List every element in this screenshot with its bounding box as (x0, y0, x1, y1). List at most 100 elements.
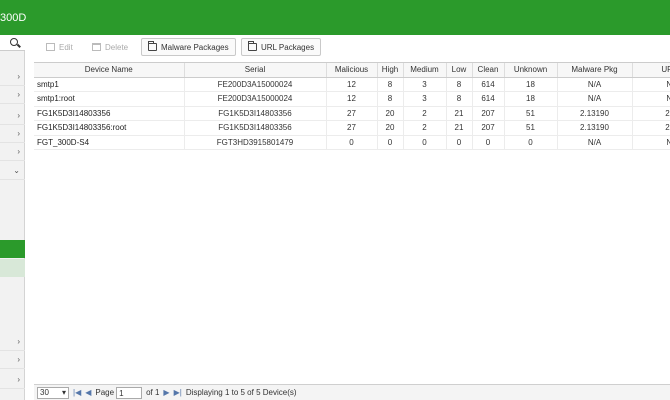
table-row[interactable]: smtp1 FE200D3A15000024 12 8 3 8 614 18 N… (34, 77, 670, 92)
table-row[interactable]: smtp1:root FE200D3A15000024 12 8 3 8 614… (34, 91, 670, 107)
serial-cell: FE200D3A15000024 (184, 91, 327, 107)
serial-cell: FG1K5D3I14803356 (184, 106, 327, 121)
malware-packages-label: Malware Packages (161, 42, 229, 52)
page-label: Page (95, 388, 115, 397)
high-cell: 8 (377, 91, 404, 107)
edit-button[interactable]: Edit (40, 38, 79, 56)
sidebar-item-7[interactable]: › (0, 333, 25, 351)
chevron-right-icon: › (17, 355, 20, 364)
unknown-cell: 0 (504, 135, 558, 150)
url-pkg-cell: 2.89 (632, 106, 670, 121)
table-header-row: Device Name Serial Malicious High Medium… (34, 63, 670, 78)
sidebar-item-3[interactable]: › (0, 107, 25, 125)
sidebar-item-9[interactable]: › (0, 371, 25, 389)
chevron-down-icon: ▾ (61, 388, 66, 397)
sidebar-item-5[interactable]: › (0, 143, 25, 161)
column-header[interactable]: Clean (472, 63, 505, 78)
malware-packages-button[interactable]: Malware Packages (141, 38, 236, 56)
unknown-cell: 18 (504, 77, 558, 92)
serial-cell: FE200D3A15000024 (184, 77, 327, 92)
medium-cell: 0 (403, 135, 447, 150)
url-pkg-cell: N/A (632, 77, 670, 92)
malware-pkg-cell: N/A (557, 91, 633, 107)
low-cell: 0 (446, 135, 473, 150)
medium-cell: 2 (403, 120, 447, 136)
url-packages-label: URL Packages (261, 42, 315, 52)
page-count: of 1 (146, 388, 160, 397)
next-page-icon[interactable]: ▶ (163, 388, 169, 397)
sidebar-item-1[interactable]: › (0, 68, 25, 86)
table-row[interactable]: FG1K5D3I14803356:root FG1K5D3I14803356 2… (34, 120, 670, 136)
device-name-cell: FG1K5D3I14803356 (34, 106, 185, 121)
sidebar-item-4[interactable]: › (0, 125, 25, 143)
pagination-bar: 30 ▾ |◀ ◀ Page 1 of 1 ▶ ▶| Displaying 1 … (34, 384, 670, 400)
page-size-value: 30 (40, 388, 49, 397)
column-header[interactable]: Medium (403, 63, 447, 78)
top-header-bar: 300D (0, 0, 670, 35)
sidebar-item-active[interactable] (0, 240, 25, 258)
medium-cell: 3 (403, 77, 447, 92)
search-icon[interactable] (10, 38, 18, 46)
clean-cell: 614 (472, 77, 505, 92)
high-cell: 20 (377, 120, 404, 136)
chevron-right-icon: › (17, 375, 20, 384)
malware-pkg-cell: N/A (557, 77, 633, 92)
chevron-right-icon: › (17, 147, 20, 156)
table-row[interactable]: FGT_300D-S4 FGT3HD3915801479 0 0 0 0 0 0… (34, 135, 670, 150)
url-pkg-cell: N/A (632, 91, 670, 107)
delete-button[interactable]: Delete (86, 38, 134, 56)
malware-pkg-cell: 2.13190 (557, 120, 633, 136)
first-page-icon[interactable]: |◀ (73, 388, 81, 397)
high-cell: 20 (377, 106, 404, 121)
column-header[interactable]: Malicious (326, 63, 378, 78)
sidebar-search[interactable] (0, 35, 25, 51)
folder-icon (148, 41, 157, 51)
page-size-select[interactable]: 30 ▾ (37, 386, 69, 399)
medium-cell: 3 (403, 91, 447, 107)
url-pkg-cell: N/A (632, 135, 670, 150)
sidebar-item-hover[interactable] (0, 259, 25, 277)
column-header[interactable]: Malware Pkg (557, 63, 633, 78)
high-cell: 0 (377, 135, 404, 150)
sidebar-item-2[interactable]: › (0, 86, 25, 104)
edit-label: Edit (59, 42, 73, 52)
low-cell: 8 (446, 91, 473, 107)
clean-cell: 614 (472, 91, 505, 107)
column-header[interactable]: Device Name (34, 63, 185, 78)
sidebar-item-6[interactable]: ⌄ (0, 162, 25, 180)
device-name-cell: smtp1 (34, 77, 185, 92)
page-number-input[interactable]: 1 (116, 386, 143, 399)
malicious-cell: 27 (326, 120, 378, 136)
malware-pkg-cell: N/A (557, 135, 633, 150)
last-page-icon[interactable]: ▶| (174, 388, 182, 397)
table-row[interactable]: FG1K5D3I14803356 FG1K5D3I14803356 27 20 … (34, 106, 670, 121)
low-cell: 21 (446, 106, 473, 121)
chevron-down-icon: ⌄ (13, 166, 20, 175)
column-header[interactable]: URL P (632, 63, 670, 78)
column-header[interactable]: High (377, 63, 404, 78)
sidebar: › › › › › ⌄ › › › (0, 35, 25, 400)
chevron-right-icon: › (17, 111, 20, 120)
medium-cell: 2 (403, 106, 447, 121)
sidebar-item-8[interactable]: › (0, 351, 25, 369)
malicious-cell: 0 (326, 135, 378, 150)
column-header[interactable]: Serial (184, 63, 327, 78)
prev-page-icon[interactable]: ◀ (85, 388, 91, 397)
high-cell: 8 (377, 77, 404, 92)
chevron-right-icon: › (17, 90, 20, 99)
malware-pkg-cell: 2.13190 (557, 106, 633, 121)
column-header[interactable]: Low (446, 63, 473, 78)
serial-cell: FG1K5D3I14803356 (184, 120, 327, 136)
chevron-right-icon: › (17, 129, 20, 138)
device-name-cell: FG1K5D3I14803356:root (34, 120, 185, 136)
chevron-right-icon: › (17, 72, 20, 81)
folder-icon (248, 41, 257, 51)
chevron-right-icon: › (17, 337, 20, 346)
device-name-cell: FGT_300D-S4 (34, 135, 185, 150)
column-header[interactable]: Unknown (504, 63, 558, 78)
url-packages-button[interactable]: URL Packages (241, 38, 322, 56)
device-name-cell: smtp1:root (34, 91, 185, 107)
clean-cell: 207 (472, 120, 505, 136)
clean-cell: 0 (472, 135, 505, 150)
serial-cell: FGT3HD3915801479 (184, 135, 327, 150)
